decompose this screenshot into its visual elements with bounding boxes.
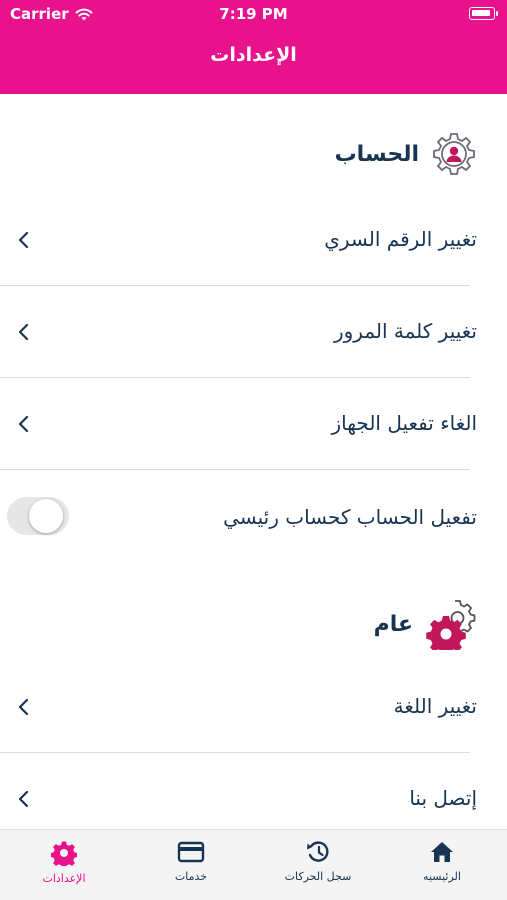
primary-account-switch[interactable]: [7, 497, 69, 535]
settings-gear-icon: [51, 841, 77, 866]
row-label: تغيير الرقم السري: [324, 227, 477, 251]
chevron-left-icon: [18, 698, 29, 716]
section-title-account: الحساب: [334, 141, 419, 167]
section-header-general: عام: [374, 598, 477, 650]
chevron-left-icon: [18, 231, 29, 249]
row-change-pin[interactable]: تغيير الرقم السري: [0, 194, 507, 286]
card-icon: [177, 841, 205, 863]
switch-knob: [29, 499, 63, 533]
row-label: تغيير كلمة المرور: [333, 319, 477, 343]
row-label: الغاء تفعيل الجهاز: [331, 411, 477, 435]
tab-settings[interactable]: الإعدادات: [14, 840, 114, 885]
page-title: الإعدادات: [210, 44, 297, 66]
chevron-left-icon: [18, 323, 29, 341]
tab-home[interactable]: الرئيسيه: [392, 840, 492, 883]
row-change-language[interactable]: تغيير اللغة: [0, 661, 507, 753]
chevron-left-icon: [18, 415, 29, 433]
tab-label: سجل الحركات: [284, 870, 352, 883]
tab-label: خدمات: [174, 870, 208, 883]
gears-icon: [426, 600, 476, 650]
toggle-label: تفعيل الحساب كحساب رئيسي: [223, 505, 477, 529]
history-icon: [307, 841, 329, 862]
tab-label: الإعدادات: [42, 872, 86, 885]
tab-services[interactable]: خدمات: [141, 840, 241, 883]
app-header: Carrier 7:19 PM الإعدادات: [0, 0, 507, 94]
row-primary-account-toggle: تفعيل الحساب كحساب رئيسي: [0, 470, 507, 562]
row-deactivate-device[interactable]: الغاء تفعيل الجهاز: [0, 378, 507, 470]
section-title-general: عام: [373, 611, 413, 637]
status-time: 7:19 PM: [219, 5, 288, 23]
account-gear-icon: [433, 133, 475, 175]
home-icon: [431, 842, 453, 862]
tab-label: الرئيسيه: [423, 870, 461, 883]
tab-history[interactable]: سجل الحركات: [268, 840, 368, 883]
row-label: تغيير اللغة: [393, 694, 477, 718]
section-header-account: الحساب: [335, 131, 477, 177]
chevron-left-icon: [18, 790, 29, 808]
row-label: إتصل بنا: [409, 786, 477, 810]
battery-icon: [469, 7, 498, 20]
row-change-password[interactable]: تغيير كلمة المرور: [0, 286, 507, 378]
status-bar: Carrier 7:19 PM: [0, 0, 507, 30]
bottom-tab-bar: الرئيسيه سجل الحركات خدمات الإعدادات: [0, 829, 507, 900]
